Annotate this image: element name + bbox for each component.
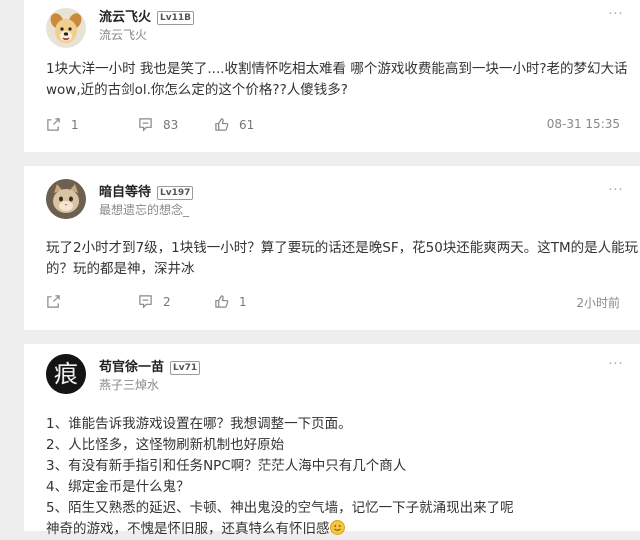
level-badge: Lv197	[157, 186, 194, 200]
comment-card: 流云飞火 Lv11B 流云飞火 ··· 1块大洋一小时 我也是笑了....收割情怀…	[24, 0, 640, 152]
svg-text:痕: 痕	[54, 360, 78, 388]
comment-card: 暗自等待 Lv197 最想遗忘的想念_ ··· 玩了2小时才到7级，1块钱一小时？…	[24, 166, 640, 330]
comment-line: 玩了2小时才到7级，1块钱一小时？算了要玩的话还是晚SF，花50块还能爽两天。这…	[46, 240, 639, 256]
smile-emoji-icon	[329, 520, 345, 535]
dog-avatar-icon	[46, 8, 86, 48]
like-button[interactable]: 1	[214, 294, 247, 309]
timestamp: 2小时前	[576, 296, 620, 310]
user-avatar[interactable]	[46, 179, 86, 219]
share-count: 1	[71, 117, 79, 132]
comment-line-text: 神奇的游戏，不愧是怀旧服，还真特么有怀旧感	[46, 521, 330, 537]
username-text[interactable]: 流云飞火	[99, 10, 151, 25]
user-avatar[interactable]	[46, 8, 86, 48]
user-avatar[interactable]: 痕	[46, 354, 86, 394]
username[interactable]: 苟官徐一苗 Lv71	[99, 356, 201, 375]
comment-line: 2、人比怪多，这怪物刷新机制也好原始	[46, 437, 285, 453]
comment-text: 1块大洋一小时 我也是笑了....收割情怀吃相太难看 哪个游戏收费能高到一块一小…	[46, 59, 628, 101]
reply-button[interactable]: 83	[138, 117, 178, 132]
reply-count: 2	[163, 294, 171, 309]
calligraphy-avatar-icon: 痕	[46, 354, 86, 394]
comment-line: 5、陌生又熟悉的延迟、卡顿、神出鬼没的空气墙，记忆一下子就涌现出来了呢	[46, 500, 514, 516]
comment-line: 1块大洋一小时 我也是笑了....收割情怀吃相太难看 哪个游戏收费能高到一块一小…	[46, 61, 628, 77]
comment-line: 神奇的游戏，不愧是怀旧服，还真特么有怀旧感	[46, 519, 626, 540]
more-options-icon[interactable]: ···	[608, 184, 624, 198]
user-signature: 流云飞火	[99, 28, 148, 42]
like-button[interactable]: 61	[214, 117, 254, 132]
thumbs-up-icon	[215, 118, 229, 131]
user-signature: 燕子三焯水	[99, 378, 160, 392]
more-options-icon[interactable]: ···	[608, 358, 624, 372]
thumbs-up-icon	[215, 295, 229, 308]
like-count: 61	[239, 117, 255, 132]
share-icon	[47, 295, 60, 308]
comment-line: 4、绑定金币是什么鬼？	[46, 479, 190, 495]
username[interactable]: 流云飞火 Lv11B	[99, 6, 195, 25]
share-icon	[47, 118, 60, 131]
comment-line: 1、谁能告诉我游戏设置在哪？我想调整一下页面。	[46, 416, 352, 432]
comment-text: 玩了2小时才到7级，1块钱一小时？算了要玩的话还是晚SF，花50块还能爽两天。这…	[46, 238, 639, 280]
level-badge: Lv71	[170, 361, 201, 375]
comment-text: 1、谁能告诉我游戏设置在哪？我想调整一下页面。 2、人比怪多，这怪物刷新机制也好…	[46, 414, 626, 540]
reply-count: 83	[163, 117, 179, 132]
comment-line: 的？玩的都是神，深井冰	[46, 261, 195, 277]
more-options-icon[interactable]: ···	[608, 8, 624, 22]
comment-line: wow,近的古剑ol.你怎么定的这个价格??人傻钱多?	[46, 82, 348, 98]
comment-actions: 2 1 2小时前	[46, 294, 620, 312]
user-signature: 最想遗忘的想念_	[99, 203, 190, 217]
share-button[interactable]: 1	[46, 117, 79, 132]
like-count: 1	[239, 294, 247, 309]
username[interactable]: 暗自等待 Lv197	[99, 181, 194, 200]
timestamp: 08-31 15:35	[546, 117, 620, 131]
comment-actions: 1 83 61 08-31 15:35	[46, 117, 620, 135]
comment-icon	[139, 295, 152, 309]
username-text[interactable]: 苟官徐一苗	[99, 360, 164, 375]
comment-line: 3、有没有新手指引和任务NPC啊？茫茫人海中只有几个商人	[46, 458, 407, 474]
share-button[interactable]	[46, 294, 71, 309]
cat-avatar-icon	[46, 179, 86, 219]
username-text[interactable]: 暗自等待	[99, 185, 151, 200]
comment-icon	[139, 118, 152, 132]
level-badge: Lv11B	[157, 11, 195, 25]
comment-card: 痕 苟官徐一苗 Lv71 燕子三焯水 ··· 1、谁能告诉我游戏设置在哪？我想调整…	[24, 344, 640, 537]
reply-button[interactable]: 2	[138, 294, 171, 309]
